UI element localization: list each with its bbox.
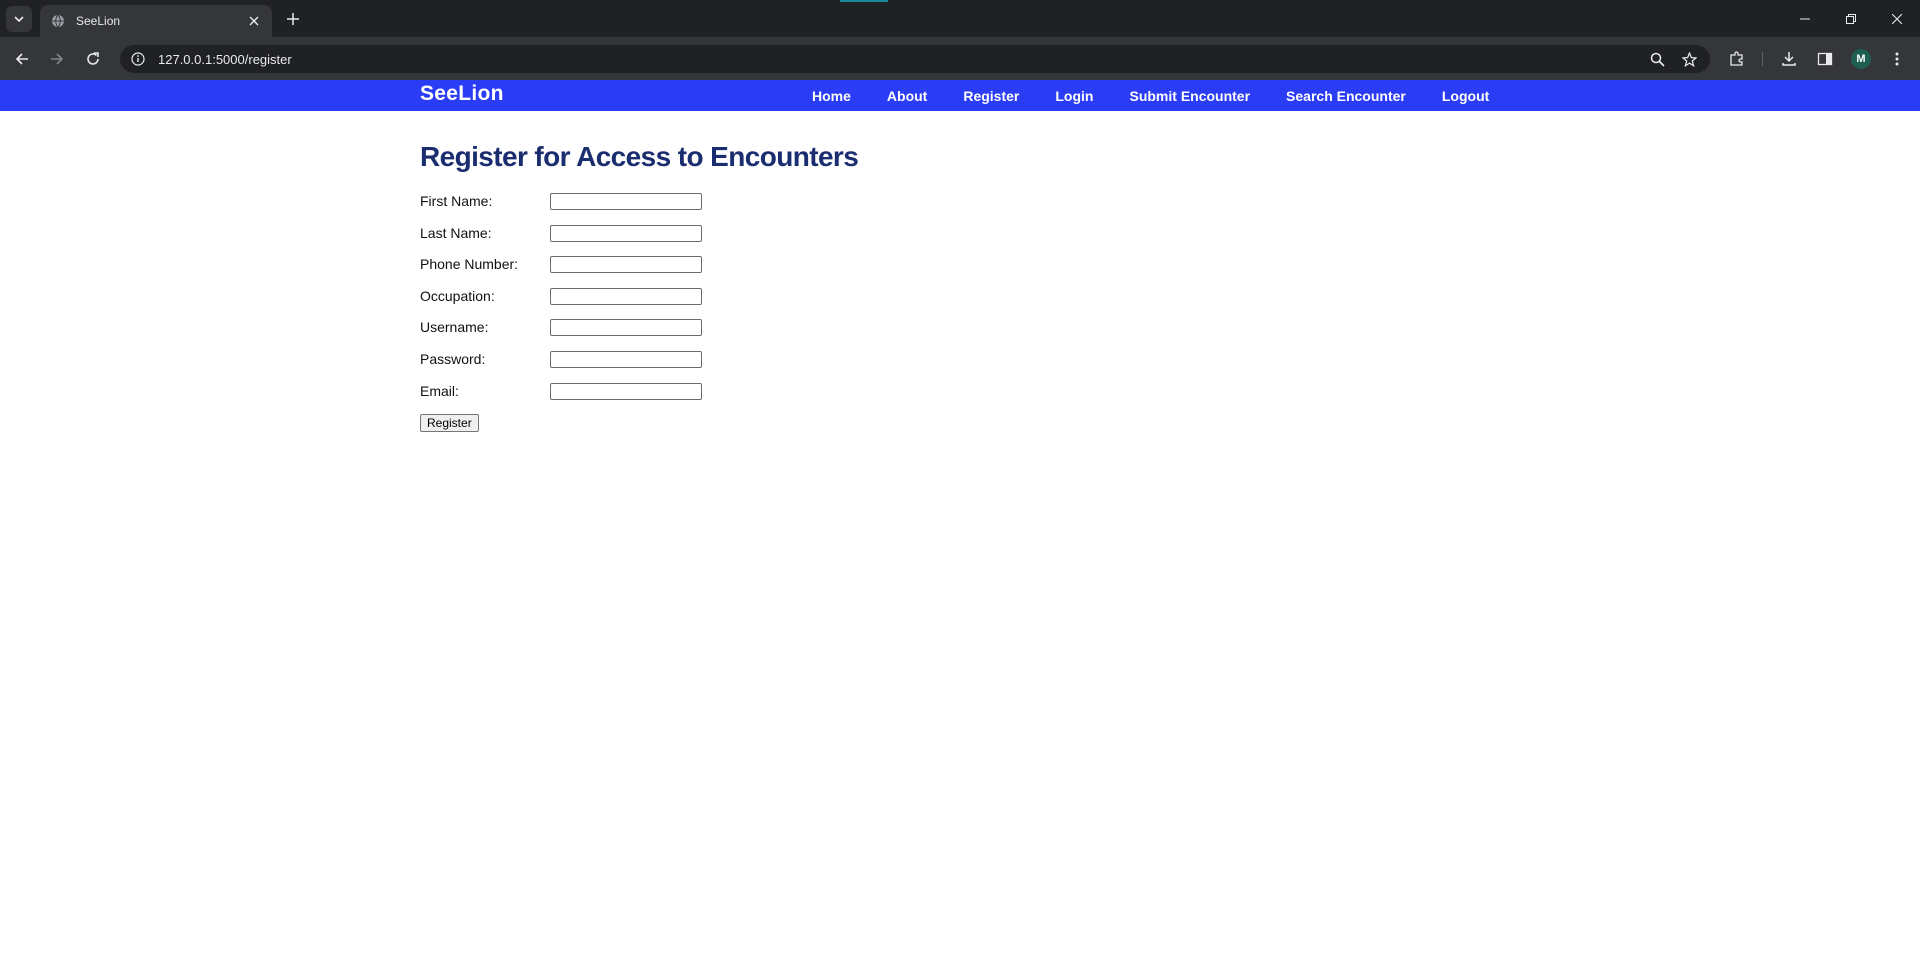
page-title: Register for Access to Encounters <box>420 141 859 172</box>
globe-icon <box>50 13 66 29</box>
more-vertical-icon <box>1895 52 1899 66</box>
password-input[interactable] <box>550 350 702 368</box>
back-arrow-icon <box>15 53 28 65</box>
form-row-email: Email: <box>420 382 702 400</box>
browser-tab[interactable]: SeeLion <box>40 5 272 37</box>
downloads-button[interactable] <box>1776 47 1802 71</box>
tab-title: SeeLion <box>76 14 121 28</box>
puzzle-icon <box>1730 51 1743 66</box>
close-icon <box>1892 13 1902 24</box>
username-input[interactable] <box>550 318 702 336</box>
register-submit-button[interactable]: Register <box>420 414 479 432</box>
form-row-first-name: First Name: <box>420 192 702 210</box>
nav-link-logout[interactable]: Logout <box>1442 88 1489 104</box>
last-name-label: Last Name: <box>420 225 492 241</box>
extensions-button[interactable] <box>1724 47 1750 71</box>
new-tab-button[interactable] <box>282 8 304 30</box>
browser-toolbar: 127.0.0.1:5000/register M <box>0 37 1920 80</box>
reload-icon <box>87 52 99 65</box>
username-label: Username: <box>420 319 489 335</box>
form-row-phone-number: Phone Number: <box>420 255 702 273</box>
tab-search-button[interactable] <box>6 6 32 32</box>
minimize-icon <box>1800 18 1810 19</box>
plus-icon <box>287 13 299 25</box>
site-brand[interactable]: SeeLion <box>420 82 504 106</box>
tab-accent-strip <box>840 0 888 2</box>
form-row-password: Password: <box>420 350 702 368</box>
bookmark-star-icon[interactable] <box>1676 48 1702 70</box>
toolbar-divider <box>1762 52 1763 66</box>
forward-button[interactable] <box>43 45 71 73</box>
address-bar[interactable]: 127.0.0.1:5000/register <box>120 45 1710 73</box>
nav-link-register[interactable]: Register <box>963 88 1019 104</box>
minimize-button[interactable] <box>1782 0 1828 37</box>
form-row-username: Username: <box>420 318 702 336</box>
form-row-last-name: Last Name: <box>420 224 702 242</box>
restore-button[interactable] <box>1828 0 1874 37</box>
back-button[interactable] <box>8 45 36 73</box>
close-window-button[interactable] <box>1874 0 1920 37</box>
nav-link-login[interactable]: Login <box>1055 88 1093 104</box>
browser-tab-strip: SeeLion <box>0 0 1920 37</box>
url-text: 127.0.0.1:5000/register <box>158 51 292 67</box>
phone-number-label: Phone Number: <box>420 256 519 272</box>
form-row-occupation: Occupation: <box>420 287 702 305</box>
download-icon <box>1782 52 1796 66</box>
email-label: Email: <box>420 383 459 399</box>
first-name-input[interactable] <box>550 192 702 210</box>
site-navbar: SeeLion Home About Register Login Submit… <box>0 80 1920 111</box>
nav-link-home[interactable]: Home <box>812 88 851 104</box>
occupation-input[interactable] <box>550 287 702 305</box>
password-label: Password: <box>420 351 486 367</box>
zoom-icon[interactable] <box>1644 48 1670 70</box>
nav-link-search-encounter[interactable]: Search Encounter <box>1286 88 1406 104</box>
side-panel-icon <box>1817 52 1833 66</box>
nav-link-submit-encounter[interactable]: Submit Encounter <box>1129 88 1250 104</box>
occupation-label: Occupation: <box>420 288 495 304</box>
browser-menu-button[interactable] <box>1884 47 1910 71</box>
last-name-input[interactable] <box>550 224 702 242</box>
phone-number-input[interactable] <box>550 255 702 273</box>
side-panel-button[interactable] <box>1812 47 1838 71</box>
email-input[interactable] <box>550 382 702 400</box>
chevron-down-icon <box>14 16 24 23</box>
reload-button[interactable] <box>79 45 107 73</box>
restore-icon <box>1846 13 1856 24</box>
forward-arrow-icon <box>51 53 64 65</box>
profile-avatar[interactable]: M <box>1851 49 1871 69</box>
close-tab-icon[interactable] <box>246 13 262 29</box>
nav-link-about[interactable]: About <box>887 88 927 104</box>
nav-links: Home About Register Login Submit Encount… <box>812 80 1525 111</box>
first-name-label: First Name: <box>420 193 493 209</box>
site-info-icon[interactable] <box>128 49 148 69</box>
